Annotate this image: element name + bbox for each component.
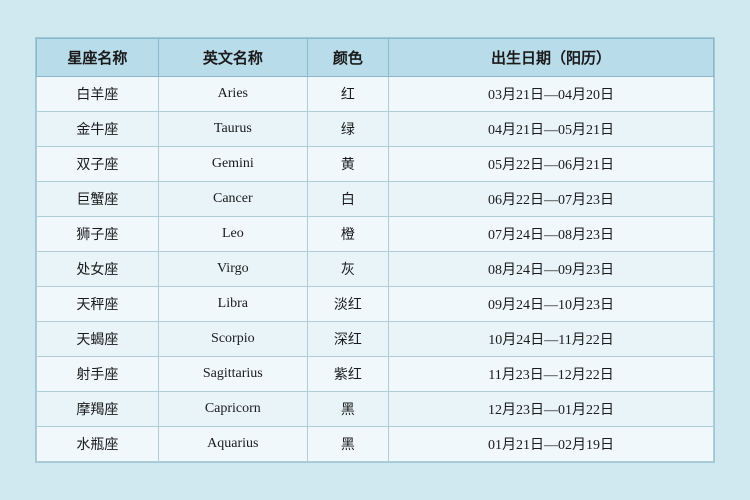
zodiac-table: 星座名称 英文名称 颜色 出生日期（阳历） 白羊座Aries红03月21日—04…: [36, 38, 714, 462]
cell-color: 黑: [307, 427, 388, 462]
cell-date: 10月24日—11月22日: [389, 322, 714, 357]
table-row: 射手座Sagittarius紫红11月23日—12月22日: [37, 357, 714, 392]
table-row: 天秤座Libra淡红09月24日—10月23日: [37, 287, 714, 322]
cell-color: 深红: [307, 322, 388, 357]
cell-date: 04月21日—05月21日: [389, 112, 714, 147]
cell-chinese: 白羊座: [37, 77, 159, 112]
cell-date: 03月21日—04月20日: [389, 77, 714, 112]
table-header-row: 星座名称 英文名称 颜色 出生日期（阳历）: [37, 39, 714, 77]
cell-english: Leo: [158, 217, 307, 252]
cell-color: 紫红: [307, 357, 388, 392]
cell-color: 黑: [307, 392, 388, 427]
cell-date: 11月23日—12月22日: [389, 357, 714, 392]
header-color: 颜色: [307, 39, 388, 77]
cell-date: 01月21日—02月19日: [389, 427, 714, 462]
cell-date: 07月24日—08月23日: [389, 217, 714, 252]
cell-chinese: 金牛座: [37, 112, 159, 147]
cell-color: 灰: [307, 252, 388, 287]
cell-color: 白: [307, 182, 388, 217]
cell-chinese: 摩羯座: [37, 392, 159, 427]
cell-color: 红: [307, 77, 388, 112]
cell-chinese: 天蝎座: [37, 322, 159, 357]
cell-english: Aquarius: [158, 427, 307, 462]
cell-english: Libra: [158, 287, 307, 322]
table-row: 巨蟹座Cancer白06月22日—07月23日: [37, 182, 714, 217]
header-chinese: 星座名称: [37, 39, 159, 77]
cell-english: Scorpio: [158, 322, 307, 357]
cell-english: Gemini: [158, 147, 307, 182]
cell-color: 橙: [307, 217, 388, 252]
table-body: 白羊座Aries红03月21日—04月20日金牛座Taurus绿04月21日—0…: [37, 77, 714, 462]
cell-date: 08月24日—09月23日: [389, 252, 714, 287]
cell-english: Taurus: [158, 112, 307, 147]
cell-chinese: 处女座: [37, 252, 159, 287]
zodiac-table-container: 星座名称 英文名称 颜色 出生日期（阳历） 白羊座Aries红03月21日—04…: [35, 37, 715, 463]
table-row: 天蝎座Scorpio深红10月24日—11月22日: [37, 322, 714, 357]
cell-english: Cancer: [158, 182, 307, 217]
cell-date: 12月23日—01月22日: [389, 392, 714, 427]
table-row: 水瓶座Aquarius黑01月21日—02月19日: [37, 427, 714, 462]
header-english: 英文名称: [158, 39, 307, 77]
cell-color: 淡红: [307, 287, 388, 322]
cell-chinese: 狮子座: [37, 217, 159, 252]
cell-chinese: 双子座: [37, 147, 159, 182]
cell-color: 黄: [307, 147, 388, 182]
cell-english: Sagittarius: [158, 357, 307, 392]
cell-chinese: 巨蟹座: [37, 182, 159, 217]
cell-date: 09月24日—10月23日: [389, 287, 714, 322]
cell-chinese: 天秤座: [37, 287, 159, 322]
table-row: 金牛座Taurus绿04月21日—05月21日: [37, 112, 714, 147]
cell-chinese: 射手座: [37, 357, 159, 392]
cell-english: Capricorn: [158, 392, 307, 427]
cell-chinese: 水瓶座: [37, 427, 159, 462]
cell-date: 05月22日—06月21日: [389, 147, 714, 182]
table-row: 双子座Gemini黄05月22日—06月21日: [37, 147, 714, 182]
table-row: 狮子座Leo橙07月24日—08月23日: [37, 217, 714, 252]
cell-color: 绿: [307, 112, 388, 147]
table-row: 摩羯座Capricorn黑12月23日—01月22日: [37, 392, 714, 427]
table-row: 白羊座Aries红03月21日—04月20日: [37, 77, 714, 112]
cell-date: 06月22日—07月23日: [389, 182, 714, 217]
cell-english: Aries: [158, 77, 307, 112]
header-date: 出生日期（阳历）: [389, 39, 714, 77]
cell-english: Virgo: [158, 252, 307, 287]
table-row: 处女座Virgo灰08月24日—09月23日: [37, 252, 714, 287]
